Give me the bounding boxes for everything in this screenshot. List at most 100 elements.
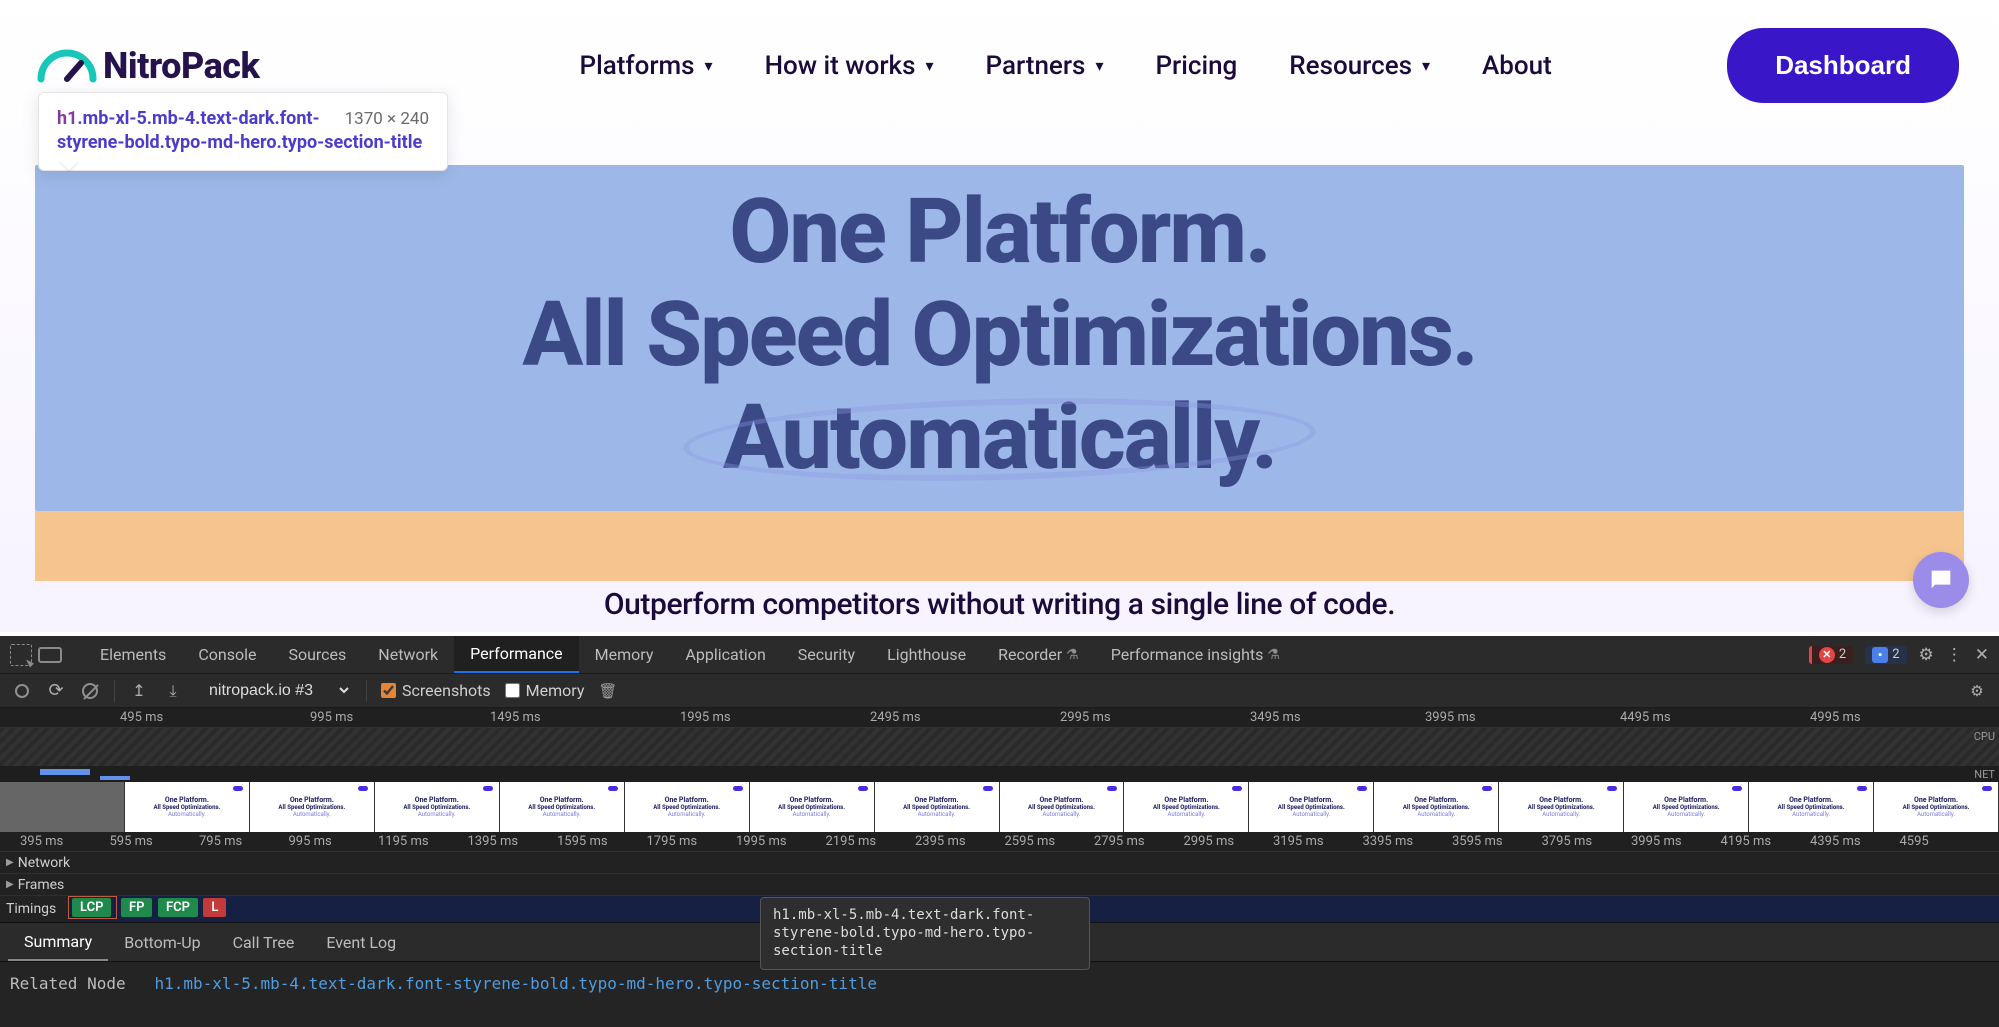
filmstrip-frame[interactable]: One Platform.All Speed Optimizations.Aut… (875, 782, 1000, 832)
devtools-tabbar: Elements Console Sources Network Perform… (0, 636, 1999, 674)
tab-recorder[interactable]: Recorder⚗ (982, 636, 1095, 673)
profile-select[interactable]: nitropack.io #3 (197, 677, 352, 704)
filmstrip-frame[interactable] (0, 782, 125, 832)
nav-platforms[interactable]: Platforms▾ (580, 51, 713, 81)
ruler-tick: 1595 ms (557, 834, 608, 849)
logo[interactable]: NitroPack (35, 45, 260, 87)
detail-event-log[interactable]: Event Log (310, 923, 412, 961)
close-icon[interactable]: ✕ (1975, 645, 1989, 665)
tab-sources[interactable]: Sources (272, 636, 362, 673)
nav-pricing[interactable]: Pricing (1155, 51, 1237, 81)
tab-security[interactable]: Security (782, 636, 871, 673)
ruler-tick: 595 ms (110, 834, 153, 849)
nav-about[interactable]: About (1482, 51, 1552, 81)
filmstrip-frame[interactable]: One Platform.All Speed Optimizations.Aut… (250, 782, 375, 832)
ruler-tick: 3395 ms (1363, 834, 1414, 849)
overview-ruler[interactable]: 495 ms 995 ms 1495 ms 1995 ms 2495 ms 29… (0, 708, 1999, 728)
tab-elements[interactable]: Elements (84, 636, 182, 673)
detail-summary[interactable]: Summary (8, 923, 108, 961)
track-frames[interactable]: ▶Frames (0, 874, 1999, 896)
hero-line-2: All Speed Optimizations. (35, 286, 1964, 383)
filmstrip-frame[interactable]: One Platform.All Speed Optimizations.Aut… (1749, 782, 1874, 832)
screenshot-filmstrip[interactable]: /*placeholder for thumbs generated below… (0, 782, 1999, 832)
filmstrip-frame[interactable]: One Platform.All Speed Optimizations.Aut… (1499, 782, 1624, 832)
ruler-tick: 3995 ms (1631, 834, 1682, 849)
load-badge[interactable]: L (203, 898, 226, 917)
tab-performance-insights[interactable]: Performance insights⚗ (1095, 636, 1296, 673)
capture-settings-icon[interactable]: ⚙ (1967, 681, 1987, 701)
filmstrip-frame[interactable]: One Platform.All Speed Optimizations.Aut… (1249, 782, 1374, 832)
ruler-tick: 1395 ms (468, 834, 519, 849)
filmstrip-frame[interactable]: One Platform.All Speed Optimizations.Aut… (1624, 782, 1749, 832)
logo-gauge-icon (35, 49, 99, 83)
nav-how-it-works[interactable]: How it works▾ (765, 51, 934, 81)
fp-badge[interactable]: FP (121, 898, 153, 917)
clear-button[interactable] (80, 681, 100, 701)
inspector-tooltip: 1370 × 240 h1.mb-xl-5.mb-4.text-dark.fon… (38, 92, 448, 171)
reload-record-button[interactable]: ⟳ (46, 681, 66, 701)
inspector-margin-highlight (35, 511, 1964, 581)
filmstrip-frame[interactable]: One Platform.All Speed Optimizations.Aut… (375, 782, 500, 832)
ruler-tick: 2795 ms (1094, 834, 1145, 849)
inspect-element-icon[interactable] (10, 644, 32, 666)
issue-count-badge[interactable]: ▪2 (1865, 646, 1906, 664)
chat-icon (1927, 566, 1955, 594)
save-profile-button[interactable]: ⤓ (163, 681, 183, 701)
devtools-panel: Elements Console Sources Network Perform… (0, 636, 1999, 1027)
record-button[interactable] (12, 681, 32, 701)
device-toggle-icon[interactable] (38, 647, 62, 663)
detail-ruler[interactable]: 395 ms595 ms795 ms995 ms1195 ms1395 ms15… (0, 832, 1999, 852)
dashboard-button[interactable]: Dashboard (1727, 28, 1959, 103)
garbage-collect-icon[interactable]: 🗑 (598, 682, 617, 700)
ruler-tick: 2395 ms (915, 834, 966, 849)
nav-partners[interactable]: Partners▾ (986, 51, 1104, 81)
tab-lighthouse[interactable]: Lighthouse (871, 636, 982, 673)
detail-bottom-up[interactable]: Bottom-Up (108, 923, 216, 961)
ruler-tick: 3595 ms (1452, 834, 1503, 849)
tab-console[interactable]: Console (182, 636, 272, 673)
ruler-tick: 1795 ms (647, 834, 698, 849)
filmstrip-frame[interactable]: One Platform.All Speed Optimizations.Aut… (750, 782, 875, 832)
memory-checkbox[interactable]: Memory (505, 681, 585, 700)
filmstrip-frame[interactable]: One Platform.All Speed Optimizations.Aut… (500, 782, 625, 832)
ruler-tick: 395 ms (20, 834, 63, 849)
filmstrip-frame[interactable]: One Platform.All Speed Optimizations.Aut… (1874, 782, 1999, 832)
tab-application[interactable]: Application (669, 636, 781, 673)
filmstrip-frame[interactable]: One Platform.All Speed Optimizations.Aut… (125, 782, 250, 832)
nav-resources[interactable]: Resources▾ (1289, 51, 1430, 81)
error-count-badge[interactable]: ✕2 (1809, 646, 1853, 664)
nav-links: Platforms▾ How it works▾ Partners▾ Prici… (580, 51, 1552, 81)
more-icon[interactable]: ⋮ (1946, 645, 1963, 665)
ruler-tick: 995 ms (289, 834, 332, 849)
detail-call-tree[interactable]: Call Tree (217, 923, 311, 961)
flask-icon: ⚗ (1066, 647, 1079, 663)
ruler-tick: 2195 ms (826, 834, 877, 849)
cpu-overview[interactable]: CPU (0, 728, 1999, 766)
chat-widget-button[interactable] (1913, 552, 1969, 608)
filmstrip-frame[interactable]: One Platform.All Speed Optimizations.Aut… (1000, 782, 1125, 832)
ruler-tick: 4395 ms (1810, 834, 1861, 849)
fcp-badge[interactable]: FCP (158, 898, 198, 917)
ruler-tick: 2995 ms (1184, 834, 1235, 849)
tab-network[interactable]: Network (362, 636, 454, 673)
track-network[interactable]: ▶Network (0, 852, 1999, 874)
filmstrip-frame[interactable]: One Platform.All Speed Optimizations.Aut… (1124, 782, 1249, 832)
hero-subtitle: Outperform competitors without writing a… (35, 587, 1964, 622)
ruler-tick: 1995 ms (736, 834, 787, 849)
tab-performance[interactable]: Performance (454, 636, 579, 673)
inspected-hero-highlight: One Platform. All Speed Optimizations. A… (35, 165, 1964, 511)
hero-section: One Platform. All Speed Optimizations. A… (35, 165, 1964, 622)
ruler-tick: 4195 ms (1721, 834, 1772, 849)
tab-memory[interactable]: Memory (579, 636, 670, 673)
ruler-tick: 3795 ms (1542, 834, 1593, 849)
related-node-link[interactable]: h1.mb-xl-5.mb-4.text-dark.font-styrene-b… (155, 974, 877, 993)
settings-icon[interactable]: ⚙ (1919, 645, 1934, 665)
related-node-label: Related Node (10, 974, 126, 993)
logo-text: NitroPack (103, 45, 260, 87)
load-profile-button[interactable]: ↥ (129, 681, 149, 701)
screenshots-checkbox[interactable]: Screenshots (381, 681, 491, 700)
net-overview[interactable]: NET (0, 766, 1999, 782)
filmstrip-frame[interactable]: One Platform.All Speed Optimizations.Aut… (625, 782, 750, 832)
filmstrip-frame[interactable]: One Platform.All Speed Optimizations.Aut… (1374, 782, 1499, 832)
lcp-badge-wrap[interactable]: LCP (68, 896, 117, 919)
